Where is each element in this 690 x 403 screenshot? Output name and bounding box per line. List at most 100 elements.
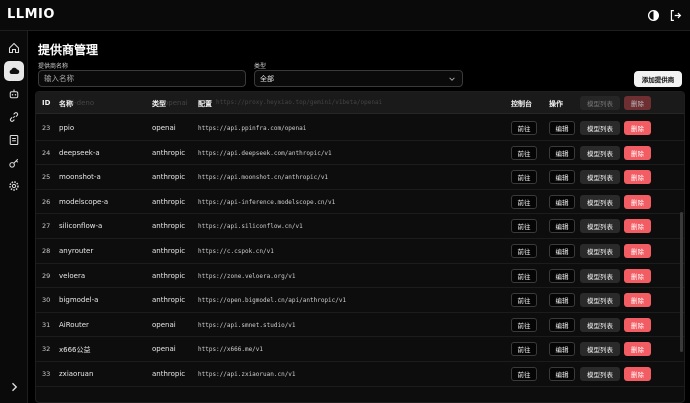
model-list-button[interactable]: 模型列表 (580, 317, 620, 332)
goto-console-button[interactable]: 前往 (511, 293, 537, 308)
col-header-name: 名称 (59, 100, 73, 108)
row-url: https://zone.veloera.org/v1 (198, 272, 296, 280)
row-id: 26 (42, 197, 51, 206)
logout-icon[interactable] (668, 8, 682, 22)
delete-button[interactable]: 删除 (624, 219, 651, 234)
row-name: modelscope-a (59, 197, 109, 206)
model-list-button[interactable]: 模型列表 (580, 244, 620, 258)
col-header-console: 控制台 (511, 100, 532, 108)
edit-button[interactable]: 编辑 (549, 317, 575, 332)
goto-console-button[interactable]: 前往 (511, 194, 537, 209)
col-header-config: 配置 (198, 100, 212, 108)
table-header: mini-deno openai https://proxy.heyxiao.t… (36, 92, 684, 114)
edit-button[interactable]: 编辑 (549, 194, 575, 209)
delete-button[interactable]: 删除 (624, 293, 651, 308)
row-name: deepseek-a (59, 148, 100, 157)
model-list-button[interactable]: 模型列表 (580, 342, 620, 357)
row-type: openai (152, 320, 176, 329)
row-url: https://c.cspok.cn/v1 (198, 248, 274, 255)
row-name: ppio (59, 124, 75, 132)
ghost-row-delete: 删除 (624, 96, 651, 110)
row-type: anthropic (152, 370, 186, 378)
type-select[interactable]: 全部 (254, 70, 463, 87)
table-row: 27 siliconflow-a anthropic https://api.sili… (36, 214, 684, 239)
delete-button[interactable]: 删除 (624, 342, 651, 357)
row-type: anthropic (152, 271, 186, 280)
edit-button[interactable]: 编辑 (549, 367, 575, 381)
row-type: openai (152, 124, 176, 132)
model-list-button[interactable]: 模型列表 (580, 194, 620, 209)
delete-button[interactable]: 删除 (624, 244, 651, 258)
model-list-button[interactable]: 模型列表 (580, 219, 620, 234)
row-id: 25 (42, 173, 51, 182)
edit-button[interactable]: 编辑 (549, 293, 575, 308)
row-id: 33 (42, 370, 51, 378)
list-icon[interactable] (4, 130, 24, 150)
row-url: https://open.bigmodel.cn/api/anthropic/v… (198, 297, 347, 305)
row-id: 28 (42, 247, 51, 255)
edit-button[interactable]: 编辑 (549, 219, 575, 234)
table-row: 30 bigmodel-a anthropic https://open.bigmod… (36, 288, 684, 313)
col-header-id: ID (42, 99, 51, 107)
row-name: AiRouter (59, 320, 89, 329)
link-icon[interactable] (4, 107, 24, 127)
bot-icon[interactable] (4, 84, 24, 104)
page-title: 提供商管理 (38, 43, 99, 57)
row-type: anthropic (152, 148, 186, 157)
key-icon[interactable] (4, 153, 24, 173)
filter-type-label: 类型 (254, 63, 267, 70)
goto-console-button[interactable]: 前往 (511, 145, 537, 160)
row-id: 24 (42, 148, 51, 157)
name-search-input[interactable]: 输入名称 (38, 70, 246, 87)
cloud-icon[interactable] (4, 61, 24, 81)
row-url: https://api.zxiaoruan.cn/v1 (198, 371, 296, 378)
goto-console-button[interactable]: 前往 (511, 244, 537, 258)
model-list-button[interactable]: 模型列表 (580, 367, 620, 381)
delete-button[interactable]: 删除 (624, 268, 651, 283)
goto-console-button[interactable]: 前往 (511, 268, 537, 283)
top-bar: LLMIO (0, 0, 690, 31)
model-list-button[interactable]: 模型列表 (580, 170, 620, 185)
table-row: 23 ppio openai https://api.ppinfra.com/open… (36, 116, 684, 141)
delete-button[interactable]: 删除 (624, 145, 651, 160)
goto-console-button[interactable]: 前往 (511, 317, 537, 332)
ghost-row-type: openai (164, 99, 188, 107)
model-list-button[interactable]: 模型列表 (580, 293, 620, 308)
row-type: anthropic (152, 247, 186, 255)
edit-button[interactable]: 编辑 (549, 121, 575, 135)
goto-console-button[interactable]: 前往 (511, 170, 537, 185)
type-select-value: 全部 (260, 75, 274, 83)
row-name: siliconflow-a (59, 222, 103, 231)
goto-console-button[interactable]: 前往 (511, 121, 537, 135)
table-row: 33 zxiaoruan anthropic https://api.zxiaorua… (36, 362, 684, 387)
col-header-type: 类型 (152, 100, 166, 108)
delete-button[interactable]: 删除 (624, 121, 651, 135)
edit-button[interactable]: 编辑 (549, 244, 575, 258)
model-list-button[interactable]: 模型列表 (580, 121, 620, 135)
contrast-icon[interactable] (646, 8, 660, 22)
gear-icon[interactable] (4, 176, 24, 196)
chevron-right-icon[interactable] (4, 377, 24, 397)
delete-button[interactable]: 删除 (624, 317, 651, 332)
home-icon[interactable] (4, 38, 24, 58)
row-name: moonshot-a (59, 173, 101, 182)
table-scrollbar[interactable] (680, 212, 683, 352)
edit-button[interactable]: 编辑 (549, 268, 575, 283)
goto-console-button[interactable]: 前往 (511, 342, 537, 357)
model-list-button[interactable]: 模型列表 (580, 145, 620, 160)
edit-button[interactable]: 编辑 (549, 145, 575, 160)
row-type: openai (152, 345, 176, 354)
goto-console-button[interactable]: 前往 (511, 367, 537, 381)
goto-console-button[interactable]: 前往 (511, 219, 537, 234)
delete-button[interactable]: 删除 (624, 367, 651, 381)
row-url: https://api.ppinfra.com/openai (198, 125, 307, 132)
row-id: 27 (42, 222, 51, 231)
providers-table: mini-deno openai https://proxy.heyxiao.t… (35, 91, 685, 403)
delete-button[interactable]: 删除 (624, 170, 651, 185)
edit-button[interactable]: 编辑 (549, 342, 575, 357)
delete-button[interactable]: 删除 (624, 194, 651, 209)
add-provider-button[interactable]: 添加提供商 (634, 71, 682, 87)
table-row: 26 modelscope-a anthropic https://api-infer… (36, 190, 684, 215)
model-list-button[interactable]: 模型列表 (580, 268, 620, 283)
edit-button[interactable]: 编辑 (549, 170, 575, 185)
